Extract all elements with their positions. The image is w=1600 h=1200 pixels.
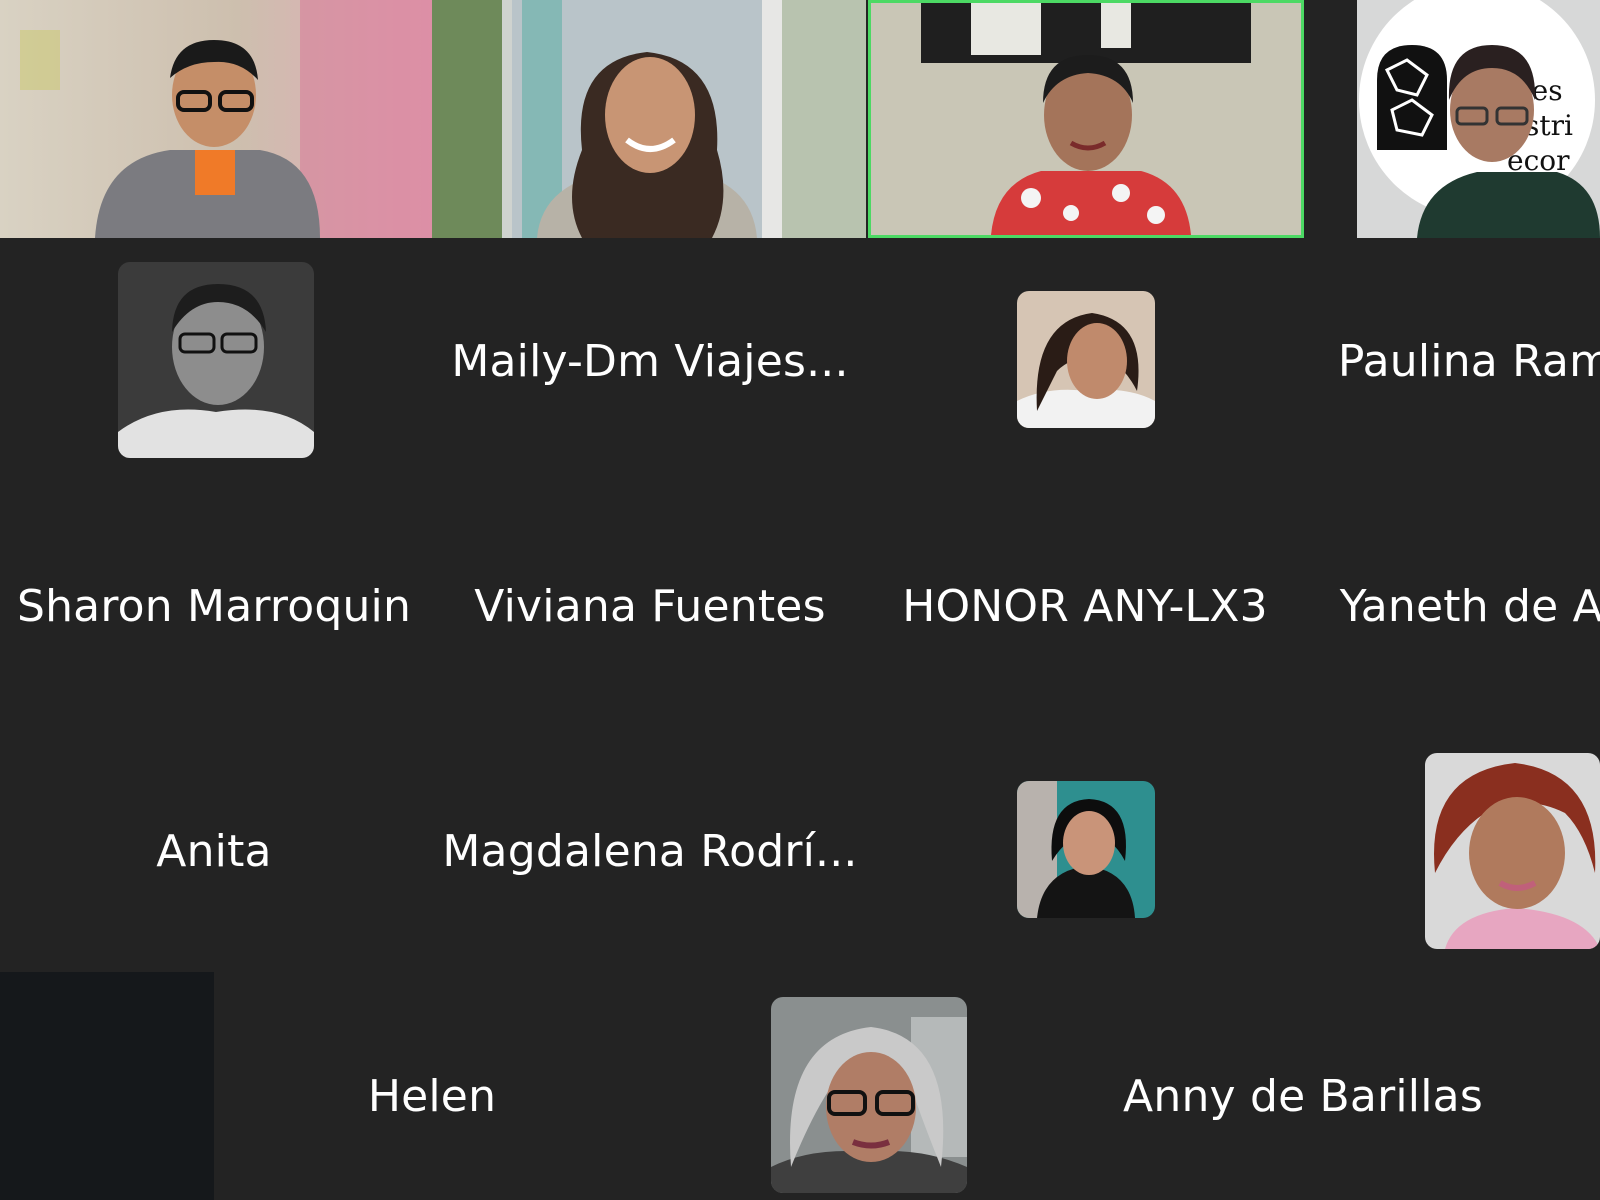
participant-video-icon: rtes ustri ecor xyxy=(1357,0,1600,238)
meeting-gallery-view: rtes ustri ecor Maily-Dm Viajes... xyxy=(0,0,1600,1200)
video-tile-2[interactable] xyxy=(432,0,866,238)
video-tile-4[interactable]: rtes ustri ecor xyxy=(1357,0,1600,238)
participant-video-icon xyxy=(432,0,866,238)
participant-name-helen: Helen xyxy=(367,1071,497,1122)
participant-video-icon xyxy=(871,3,1301,235)
empty-dark-panel xyxy=(0,972,214,1200)
participant-video-icon xyxy=(0,0,432,238)
participant-name-yaneth: Yaneth de Ad xyxy=(1339,581,1600,632)
participant-name-magdalena: Magdalena Rodrí... xyxy=(442,826,858,877)
participant-name-sharon: Sharon Marroquin xyxy=(16,581,412,632)
participant-avatar-1[interactable] xyxy=(118,262,314,458)
participant-avatar-2[interactable] xyxy=(1017,291,1155,428)
woman-dark-hair-avatar-icon xyxy=(1017,291,1155,428)
participant-name-viviana: Viviana Fuentes xyxy=(474,581,826,632)
participant-name-maily: Maily-Dm Viajes... xyxy=(451,336,849,387)
participant-avatar-3[interactable] xyxy=(1017,781,1155,918)
video-tile-1[interactable] xyxy=(0,0,432,238)
man-glasses-avatar-icon xyxy=(118,262,314,458)
woman-curly-red-hair-avatar-icon xyxy=(1425,753,1600,949)
woman-selfie-avatar-icon xyxy=(1017,781,1155,918)
participant-name-anny: Anny de Barillas xyxy=(1123,1071,1483,1122)
participant-name-honor: HONOR ANY-LX3 xyxy=(902,581,1268,632)
woman-gray-hair-glasses-avatar-icon xyxy=(771,997,967,1193)
participant-name-anita: Anita xyxy=(156,826,272,877)
video-tile-3-active-speaker[interactable] xyxy=(868,0,1304,238)
participant-name-paulina: Paulina Ram xyxy=(1337,336,1600,387)
participant-avatar-5[interactable] xyxy=(771,997,967,1193)
participant-avatar-4[interactable] xyxy=(1425,753,1600,949)
